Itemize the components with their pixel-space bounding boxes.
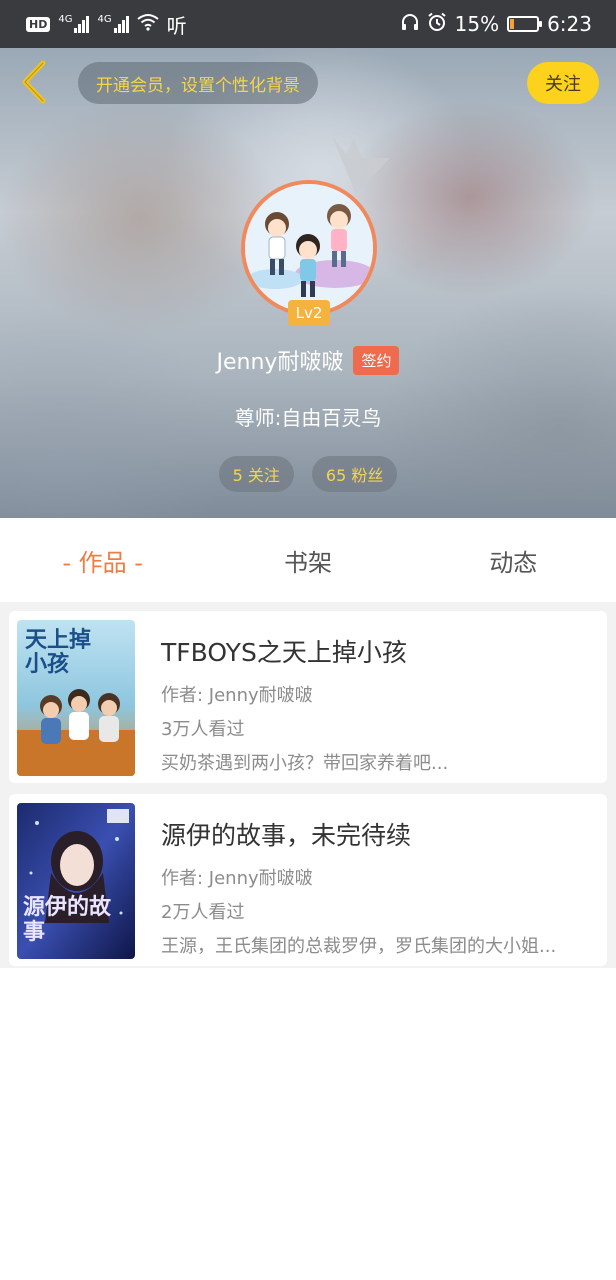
profile-page: HD 4G 4G 听 15% 6:23 开通会员，设置个性化背景 关注 Lv2 … (0, 0, 616, 1280)
tab-bookshelf[interactable]: 书架 (205, 543, 410, 578)
alarm-icon (427, 12, 447, 37)
chevron-left-icon (19, 60, 49, 108)
stats-row: 5 关注 65 粉丝 (0, 456, 616, 492)
book-cover[interactable]: 天上掉小孩 (17, 620, 135, 776)
headphone-icon (401, 12, 419, 36)
book-views: 2万人看过 (161, 902, 245, 923)
status-bar: HD 4G 4G 听 15% 6:23 (0, 0, 616, 48)
battery-icon (507, 16, 543, 32)
listen-label: 听 (166, 13, 187, 38)
book-cover[interactable]: 源伊的故事 (17, 803, 135, 959)
vip-background-promo[interactable]: 开通会员，设置个性化背景 (78, 62, 318, 104)
followers-count-button[interactable]: 65 粉丝 (311, 456, 398, 492)
book-description: 王源，王氏集团的总裁罗伊，罗氏集团的大小姐... (161, 936, 557, 957)
username: Jenny耐啵啵 (216, 350, 344, 375)
book-card[interactable]: 源伊的故事 源伊的故事，未完待续 作者: Jenny耐啵啵 2万人看过 王源，王… (9, 794, 607, 966)
cover-title: 天上掉小孩 (25, 627, 92, 677)
tab-works[interactable]: - 作品 - (0, 543, 205, 578)
book-info: TFBOYS之天上掉小孩 作者: Jenny耐啵啵 3万人看过 买奶茶遇到两小孩… (161, 633, 591, 775)
book-author: 作者: Jenny耐啵啵 (161, 685, 313, 706)
battery-percent: 15% (454, 12, 500, 36)
book-description: 买奶茶遇到两小孩？带回家养着吧... (161, 753, 449, 774)
signed-badge: 签约 (353, 345, 400, 375)
status-bar-right: 15% 6:23 (401, 12, 592, 37)
book-title[interactable]: 源伊的故事，未完待续 (161, 816, 591, 852)
book-title[interactable]: TFBOYS之天上掉小孩 (161, 633, 591, 669)
back-button[interactable] (14, 60, 54, 108)
name-row: Jenny耐啵啵 签约 (0, 344, 616, 376)
avatar-illustration-icon (245, 184, 373, 312)
book-author: 作者: Jenny耐啵啵 (161, 868, 313, 889)
follow-button[interactable]: 关注 (527, 62, 599, 104)
mentor-label[interactable]: 尊师:自由百灵鸟 (0, 402, 616, 431)
hd-icon: HD (26, 16, 51, 32)
network-type-label: 4G (58, 14, 73, 25)
book-views: 3万人看过 (161, 719, 245, 740)
book-card[interactable]: 天上掉小孩 TFBOYS之天上掉小孩 作者: Jenny耐啵啵 3万人看过 买奶… (9, 611, 607, 783)
network-type-label-2: 4G (97, 14, 112, 25)
signal-icon-2: 4G (97, 14, 129, 33)
status-bar-left: HD 4G 4G 听 (26, 10, 187, 39)
level-badge: Lv2 (288, 300, 330, 326)
signal-icon: 4G (58, 14, 90, 33)
book-info: 源伊的故事，未完待续 作者: Jenny耐啵啵 2万人看过 王源，王氏集团的总裁… (161, 816, 591, 958)
profile-tabs: - 作品 - 书架 动态 (0, 518, 616, 602)
cover-title: 源伊的故事 (23, 894, 112, 945)
clock-time: 6:23 (547, 12, 592, 36)
avatar[interactable] (241, 180, 377, 316)
tab-activity[interactable]: 动态 (411, 543, 616, 578)
following-count-button[interactable]: 5 关注 (218, 456, 294, 492)
wifi-icon (136, 13, 159, 36)
profile-header: 开通会员，设置个性化背景 关注 Lv2 Jenny耐啵啵 签约 尊师:自由百灵鸟… (0, 48, 616, 518)
